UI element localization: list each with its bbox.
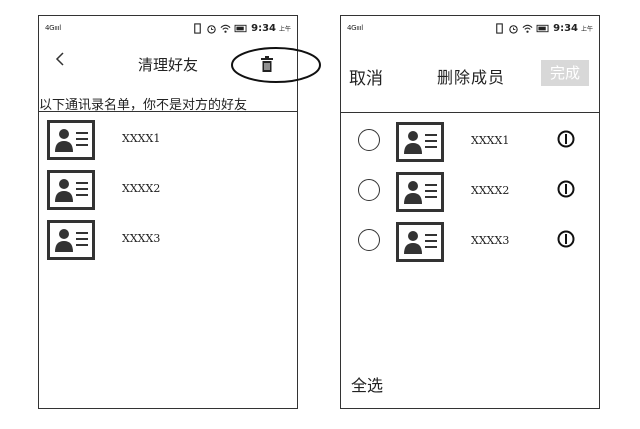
contact-name: XXXX2 <box>122 182 161 195</box>
wifi-icon <box>522 24 533 33</box>
alarm-icon <box>509 24 518 34</box>
member-row[interactable]: XXXX3 <box>341 222 599 268</box>
clock-ampm: 上午 <box>278 25 291 33</box>
trash-highlight <box>230 46 330 84</box>
notice-text: 以下通讯录名单，你不是对方的好友 <box>39 98 248 113</box>
status-bar: 4Gıııl 9:34 上午 <box>39 16 297 40</box>
contact-card-icon <box>47 220 95 260</box>
done-button[interactable]: 完成 <box>541 60 589 86</box>
signal-icon: 4Gıııl <box>45 24 61 32</box>
select-all-button[interactable]: 全选 <box>351 372 383 396</box>
info-icon[interactable] <box>557 230 575 248</box>
highlight-ellipse <box>231 47 321 83</box>
select-radio[interactable] <box>358 179 380 201</box>
status-bar: 4Gıııl 9:34 上午 <box>341 16 599 40</box>
cancel-button[interactable]: 取消 <box>349 64 383 89</box>
edit-header: 取消 删除成员 完成 <box>341 40 599 113</box>
contact-row[interactable]: XXXX3 <box>39 220 297 266</box>
contact-card-icon <box>396 172 444 212</box>
right-phone-screen: 4Gıııl 9:34 上午 取消 删除成员 完成 XXXX1 XXXX2 XX… <box>340 15 600 409</box>
info-icon[interactable] <box>557 130 575 148</box>
select-radio[interactable] <box>358 129 380 151</box>
contact-name: XXXX1 <box>122 132 161 145</box>
left-phone-screen: 4Gıııl 9:34 上午 清理好友 以下通讯录名单，你不是对方的好友 XXX… <box>38 15 321 409</box>
signal-icon: 4Gıııl <box>347 24 363 32</box>
clock-ampm: 上午 <box>580 25 593 33</box>
member-name: XXXX3 <box>471 234 510 247</box>
contact-card-icon <box>396 222 444 262</box>
contact-card-icon <box>47 120 95 160</box>
wifi-icon <box>220 24 231 33</box>
clock-time: 9:34 <box>553 22 578 34</box>
divider <box>39 111 297 112</box>
clock-time: 9:34 <box>251 22 276 34</box>
contact-card-icon <box>396 122 444 162</box>
info-icon[interactable] <box>557 180 575 198</box>
battery-icon <box>536 24 549 32</box>
battery-icon <box>234 24 247 32</box>
member-row[interactable]: XXXX1 <box>341 122 599 168</box>
select-radio[interactable] <box>358 229 380 251</box>
trash-icon[interactable] <box>260 56 274 73</box>
contact-row[interactable]: XXXX2 <box>39 170 297 216</box>
contact-name: XXXX3 <box>122 232 161 245</box>
member-name: XXXX1 <box>471 134 510 147</box>
page-title: 删除成员 <box>437 68 506 87</box>
member-name: XXXX2 <box>471 184 510 197</box>
vibrate-icon <box>496 22 503 34</box>
contact-row[interactable]: XXXX1 <box>39 120 297 166</box>
alarm-icon <box>207 24 216 34</box>
vibrate-icon <box>194 22 201 34</box>
contact-card-icon <box>47 170 95 210</box>
member-row[interactable]: XXXX2 <box>341 172 599 218</box>
